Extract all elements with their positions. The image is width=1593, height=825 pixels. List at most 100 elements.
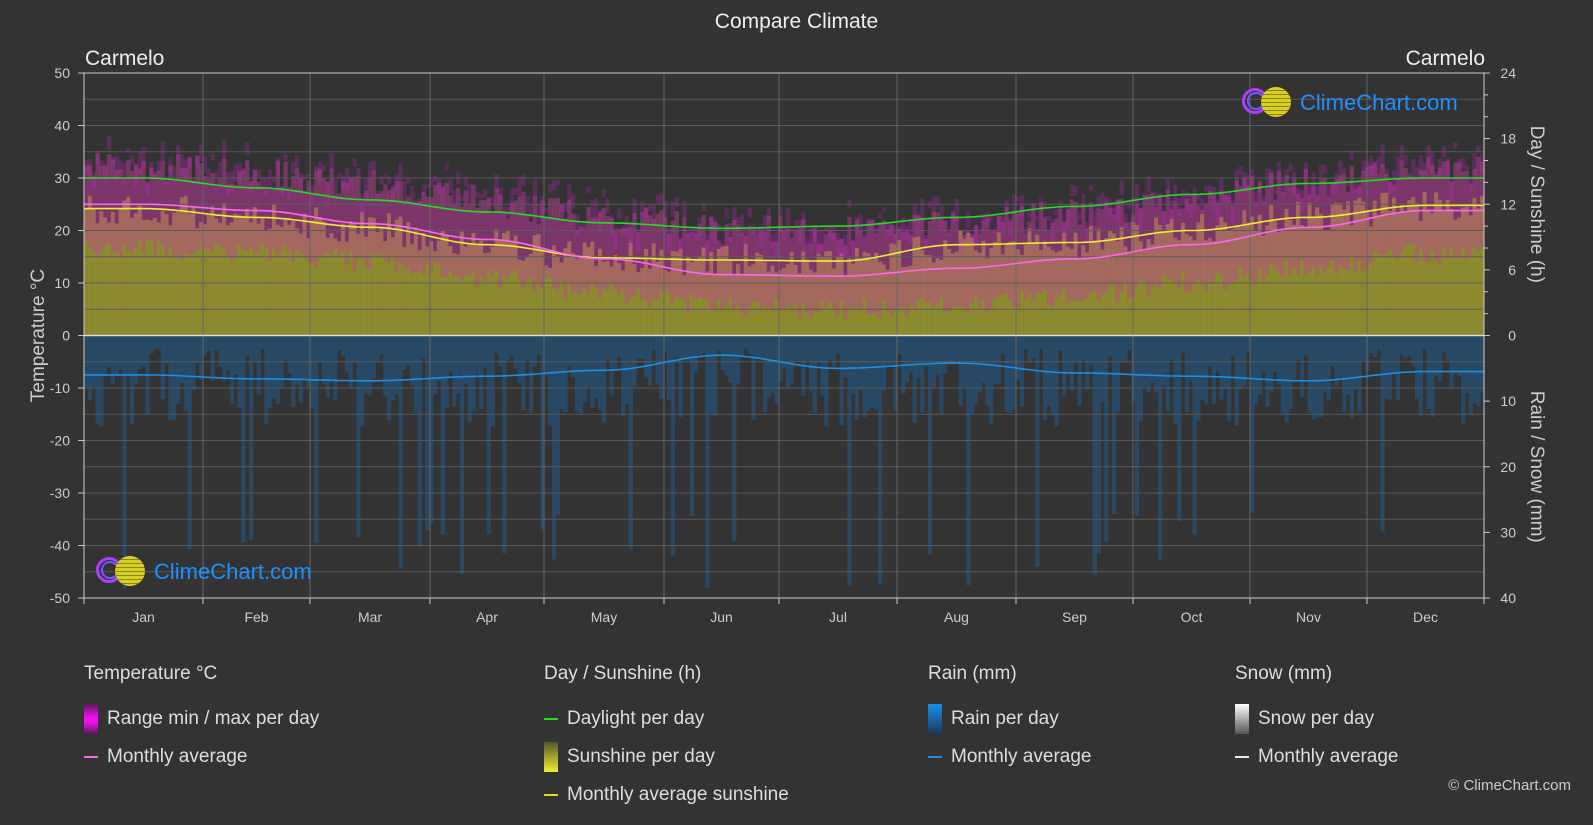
rain-bar [1088,335,1094,366]
temp-extreme-bar [84,160,89,174]
legend-title: Day / Sunshine (h) [544,663,702,684]
rain-bar [172,335,177,421]
temp-extreme-bar [310,185,315,205]
x-tick-label: Sep [1062,609,1087,625]
temp-extreme-bar [1395,157,1401,181]
temp-extreme-bar [624,215,630,236]
temp-extreme-bar [364,178,369,201]
rain-bar [225,335,231,371]
temp-range-bar [1288,184,1293,276]
rain-bar [985,335,990,406]
temp-range-bar [126,159,131,252]
temp-range-bar [95,153,100,259]
temp-extreme-bar [317,161,323,182]
temp-range-bar [747,225,752,308]
temp-range-bar [1177,209,1182,290]
temp-extreme-bar [644,207,649,222]
temp-extreme-bar [578,224,584,230]
rain-bar [1269,335,1274,392]
rain-bar [862,335,867,418]
temp-extreme-bar [962,229,967,243]
rain-bar [897,335,902,355]
rain-bar [383,335,388,397]
temp-extreme-bar [1023,227,1028,238]
x-tick-label: Dec [1413,609,1438,625]
temp-extreme-bar [632,198,637,219]
rain-bar [168,335,173,420]
y-left-axis-title: Temperature °C [28,269,49,402]
rain-bar [908,335,913,373]
rain-bar [214,335,219,351]
temp-extreme-bar [647,204,653,212]
rain-bar [1261,335,1266,372]
rain-bar [364,335,369,393]
temp-range-bar [1376,174,1381,254]
rain-bar [544,335,549,376]
legend-label: Snow per day [1258,708,1375,729]
temp-extreme-bar [759,225,764,247]
temp-extreme-bar [808,228,814,254]
temp-extreme-bar [394,173,399,192]
temp-extreme-bar [1073,186,1078,196]
y-right-mm-label: 20 [1500,459,1516,475]
rain-bar [268,335,273,408]
temp-extreme-bar [471,183,476,188]
temp-extreme-bar [555,179,561,185]
y-left-tick-label: -50 [50,590,70,606]
legend-item-snow-avg: Monthly average [1235,738,1398,776]
temp-extreme-bar [505,206,511,217]
temp-extreme-bar [1280,179,1285,196]
temp-range-bar [1077,224,1082,303]
temp-extreme-bar [812,227,818,243]
legend-item-temp-avg: Monthly average [84,738,319,776]
temp-extreme-bar [1062,221,1067,239]
temp-range-bar [191,180,196,255]
legend-label: Sunshine per day [567,746,715,767]
rain-bar [264,335,269,425]
rain-bar [1081,335,1086,361]
rain-bar [851,335,856,394]
temp-range-bar [375,193,380,257]
temp-extreme-bar [1000,216,1005,236]
rain-bar [1004,335,1009,412]
temp-range-bar [1046,229,1051,306]
temp-extreme-bar [1464,165,1470,170]
rain-bar [686,335,691,361]
rain-bar [1403,335,1408,359]
temp-range-bar [1315,195,1320,276]
temp-extreme-bar [229,170,234,192]
rain-bar [1100,335,1105,402]
temp-extreme-bar [1161,210,1167,231]
temp-range-bar [939,219,944,298]
temp-extreme-bar [1192,187,1197,211]
temp-extreme-bar [1180,189,1186,205]
temp-extreme-bar [222,138,227,160]
y-right-top-axis-title: Day / Sunshine (h) [1526,126,1547,283]
rain-bar [490,335,495,427]
rain-bar [433,335,438,395]
temp-range-bar [536,223,541,284]
temp-range-bar [950,212,956,308]
temp-extreme-bar [1349,151,1354,160]
temp-range-bar [793,230,798,304]
rain-bar [452,335,457,407]
rain-bar [1292,335,1297,379]
temp-extreme-bar [298,173,304,194]
rain-bar [1046,335,1051,406]
rain-bar [91,335,96,387]
temp-extreme-bar [390,185,396,203]
temp-range-bar [1081,204,1086,301]
temp-extreme-bar [597,209,603,231]
rain-bar [885,335,890,365]
temp-extreme-bar [862,234,867,243]
temp-range-bar [716,240,722,300]
temp-extreme-bar [444,163,449,172]
temp-extreme-bar [1422,162,1427,177]
temp-extreme-bar [766,207,771,219]
temp-range-bar [356,176,361,259]
temp-extreme-bar [314,166,319,177]
temp-range-bar [843,245,848,319]
rain-bar [1345,335,1351,395]
temp-range-bar [406,196,411,270]
rain-bar [260,335,265,349]
